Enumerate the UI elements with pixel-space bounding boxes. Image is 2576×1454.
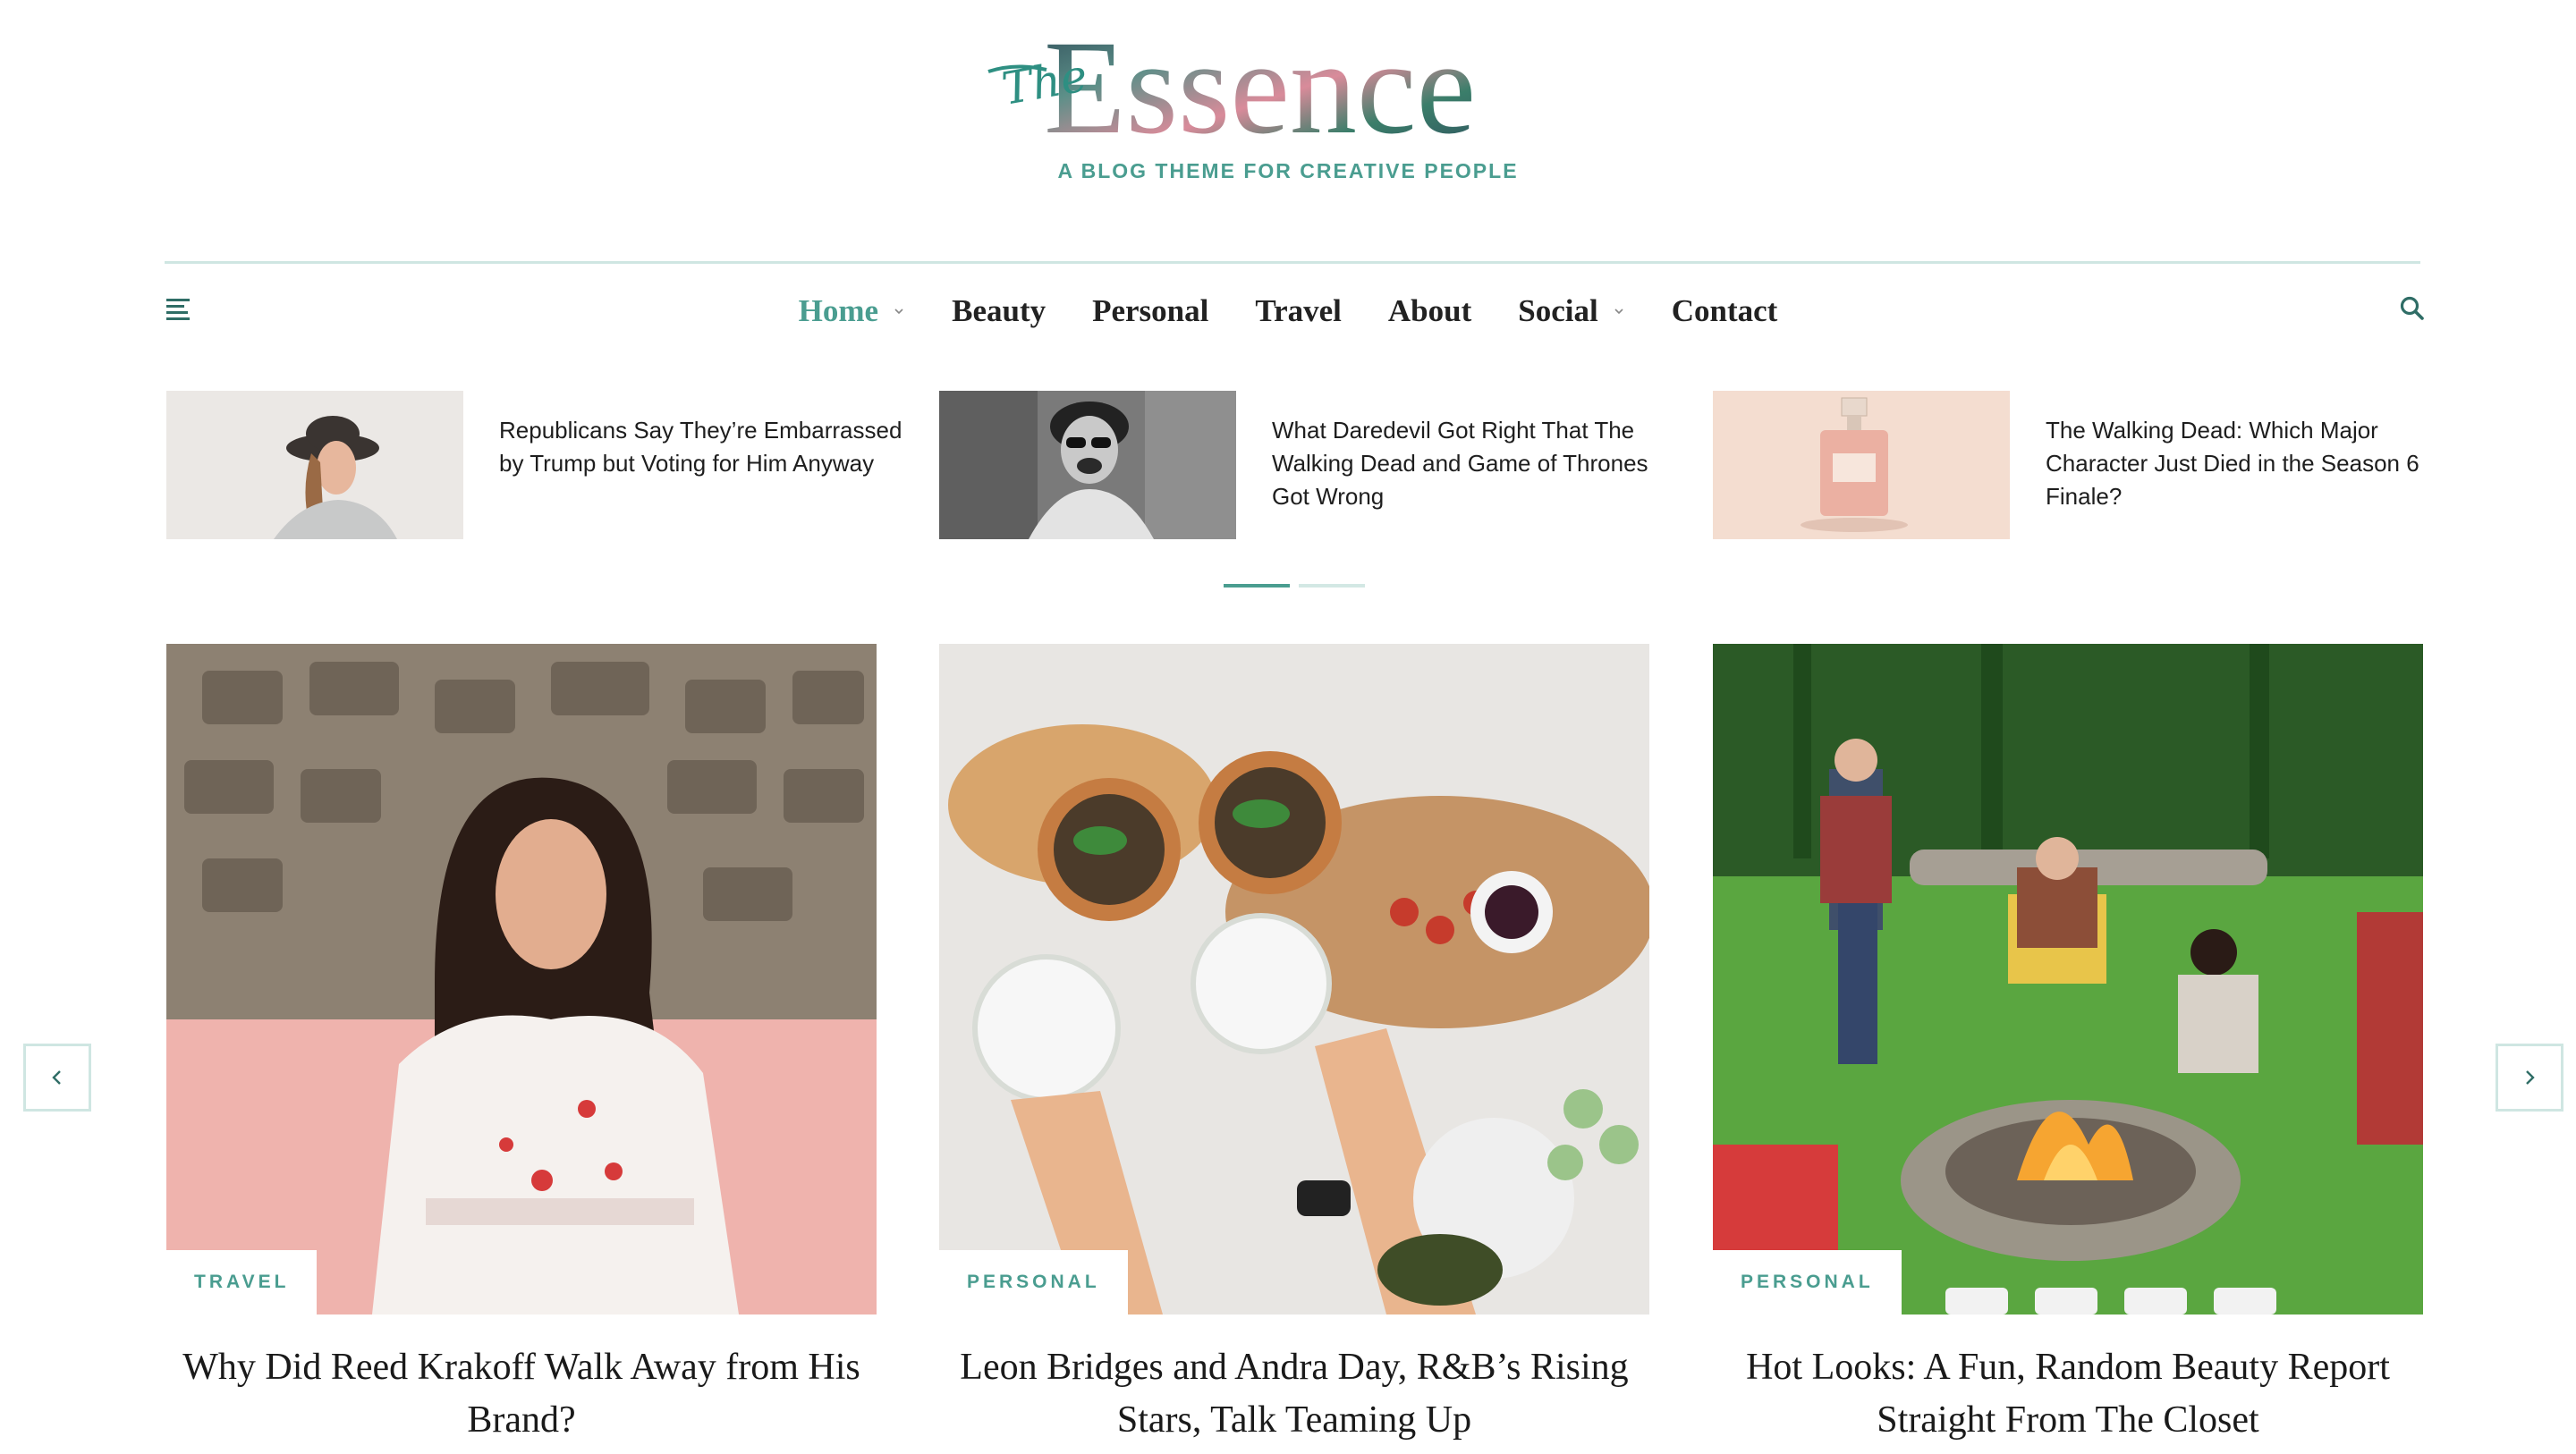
- header-divider: [165, 261, 2420, 264]
- category-badge[interactable]: PERSONAL: [1713, 1250, 1902, 1315]
- nav-item-contact[interactable]: Contact: [1672, 293, 1778, 329]
- nav-item-personal[interactable]: Personal: [1092, 293, 1208, 329]
- post-image[interactable]: [939, 644, 1649, 1315]
- nav-label-contact: Contact: [1671, 293, 1778, 328]
- nav-item-about[interactable]: About: [1388, 293, 1471, 329]
- nav-item-beauty[interactable]: Beauty: [952, 293, 1046, 329]
- perfume-bottle-photo: [1713, 391, 2010, 539]
- nav-label-social: Social: [1518, 293, 1598, 328]
- featured-thumb[interactable]: [166, 391, 463, 539]
- nav-label-beauty: Beauty: [952, 293, 1046, 328]
- tagline: A BLOG THEME FOR CREATIVE PEOPLE: [1057, 159, 1519, 182]
- chevron-down-icon: [894, 309, 903, 315]
- featured-thumb[interactable]: [1713, 391, 2010, 539]
- nav-label-personal: Personal: [1092, 293, 1209, 328]
- featured-title[interactable]: Republicans Say They’re Embarrassed by T…: [499, 414, 911, 480]
- carousel-dot[interactable]: [1299, 584, 1365, 588]
- post-image[interactable]: [1713, 644, 2423, 1315]
- nav-item-social[interactable]: Social: [1518, 293, 1624, 329]
- nav-label-home: Home: [798, 293, 879, 328]
- category-badge[interactable]: PERSONAL: [939, 1250, 1128, 1315]
- search-icon[interactable]: [2399, 295, 2426, 322]
- category-badge[interactable]: TRAVEL: [166, 1250, 318, 1315]
- carousel-prev-button[interactable]: [23, 1044, 91, 1112]
- featured-title[interactable]: The Walking Dead: Which Major Character …: [2046, 414, 2457, 513]
- carousel-next-button[interactable]: [2496, 1044, 2563, 1112]
- nav-label-travel: Travel: [1255, 293, 1342, 328]
- chevron-down-icon: [1614, 309, 1623, 315]
- featured-item[interactable]: The Walking Dead: Which Major Character …: [1713, 391, 2419, 539]
- chevron-left-icon: [52, 1070, 61, 1085]
- carousel-dot[interactable]: [1224, 584, 1290, 588]
- post-title[interactable]: Leon Bridges and Andra Day, R&B’s Rising…: [939, 1341, 1649, 1447]
- woman-hat-photo: [166, 391, 463, 539]
- featured-item[interactable]: Republicans Say They’re Embarrassed by T…: [166, 391, 909, 539]
- site-logo[interactable]: Essence The: [979, 18, 1606, 152]
- nav-item-home[interactable]: Home: [799, 293, 905, 329]
- campfire-friends-photo: [1713, 644, 2423, 1315]
- logo-wordmark: Essence: [1044, 18, 1476, 152]
- featured-thumb[interactable]: [939, 391, 1236, 539]
- nav-item-travel[interactable]: Travel: [1255, 293, 1342, 329]
- site-header: Essence The A BLOG THEME FOR CREATIVE PE…: [0, 0, 2576, 215]
- nav-label-about: About: [1387, 293, 1472, 328]
- post-image[interactable]: [166, 644, 877, 1315]
- post-title[interactable]: Why Did Reed Krakoff Walk Away from His …: [166, 1341, 877, 1447]
- main-nav: Home Beauty Personal Travel About Social…: [0, 286, 2576, 336]
- chevron-right-icon: [2526, 1070, 2535, 1085]
- featured-title[interactable]: What Daredevil Got Right That The Walkin…: [1272, 414, 1683, 513]
- laughing-woman-photo: [939, 391, 1236, 539]
- cocktail-toast-photo: [939, 644, 1649, 1315]
- featured-item[interactable]: What Daredevil Got Right That The Walkin…: [939, 391, 1682, 539]
- post-title[interactable]: Hot Looks: A Fun, Random Beauty Report S…: [1713, 1341, 2423, 1447]
- woman-floral-dress-photo: [166, 644, 877, 1315]
